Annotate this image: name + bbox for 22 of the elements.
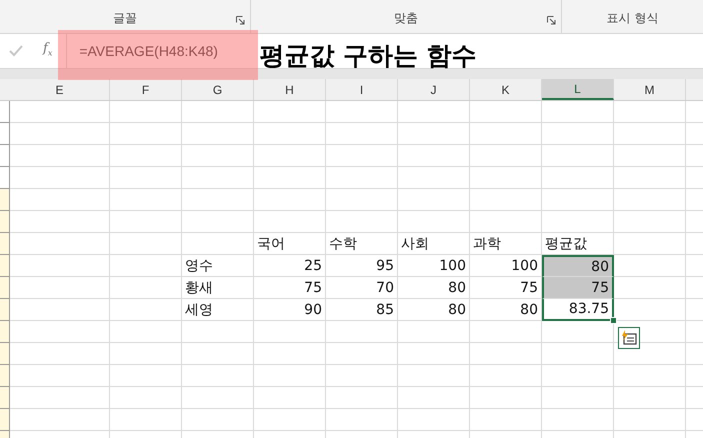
enter-check-icon[interactable] [9,45,23,57]
ribbon-group-label: 표시 형식 [606,10,658,27]
ribbon-group-label: 글꼴 [113,10,137,27]
column-header[interactable]: I [326,79,398,100]
quick-analysis-icon[interactable] [618,327,640,349]
average-cell: 80 [542,255,614,277]
column-header[interactable]: G [182,79,254,100]
fill-handle[interactable] [610,317,617,324]
caption-text: 평균값 구하는 함수 [259,40,477,72]
column-header[interactable]: M [614,79,686,100]
column-header[interactable]: J [398,79,470,100]
ribbon-group-label: 맞춤 [394,10,418,27]
column-header[interactable]: L [542,79,614,100]
dialog-launcher-icon[interactable] [547,16,556,25]
dialog-launcher-icon[interactable] [236,16,245,25]
column-header[interactable]: H [254,79,326,100]
formula-field[interactable]: =AVERAGE(H48:K48) [66,34,250,68]
average-cell: 75 [542,277,614,299]
insert-function-button[interactable]: f$_{x}$ [43,42,52,60]
average-cell: 83.75 [542,299,614,321]
column-header[interactable]: E [10,79,110,100]
column-header[interactable]: F [110,79,182,100]
